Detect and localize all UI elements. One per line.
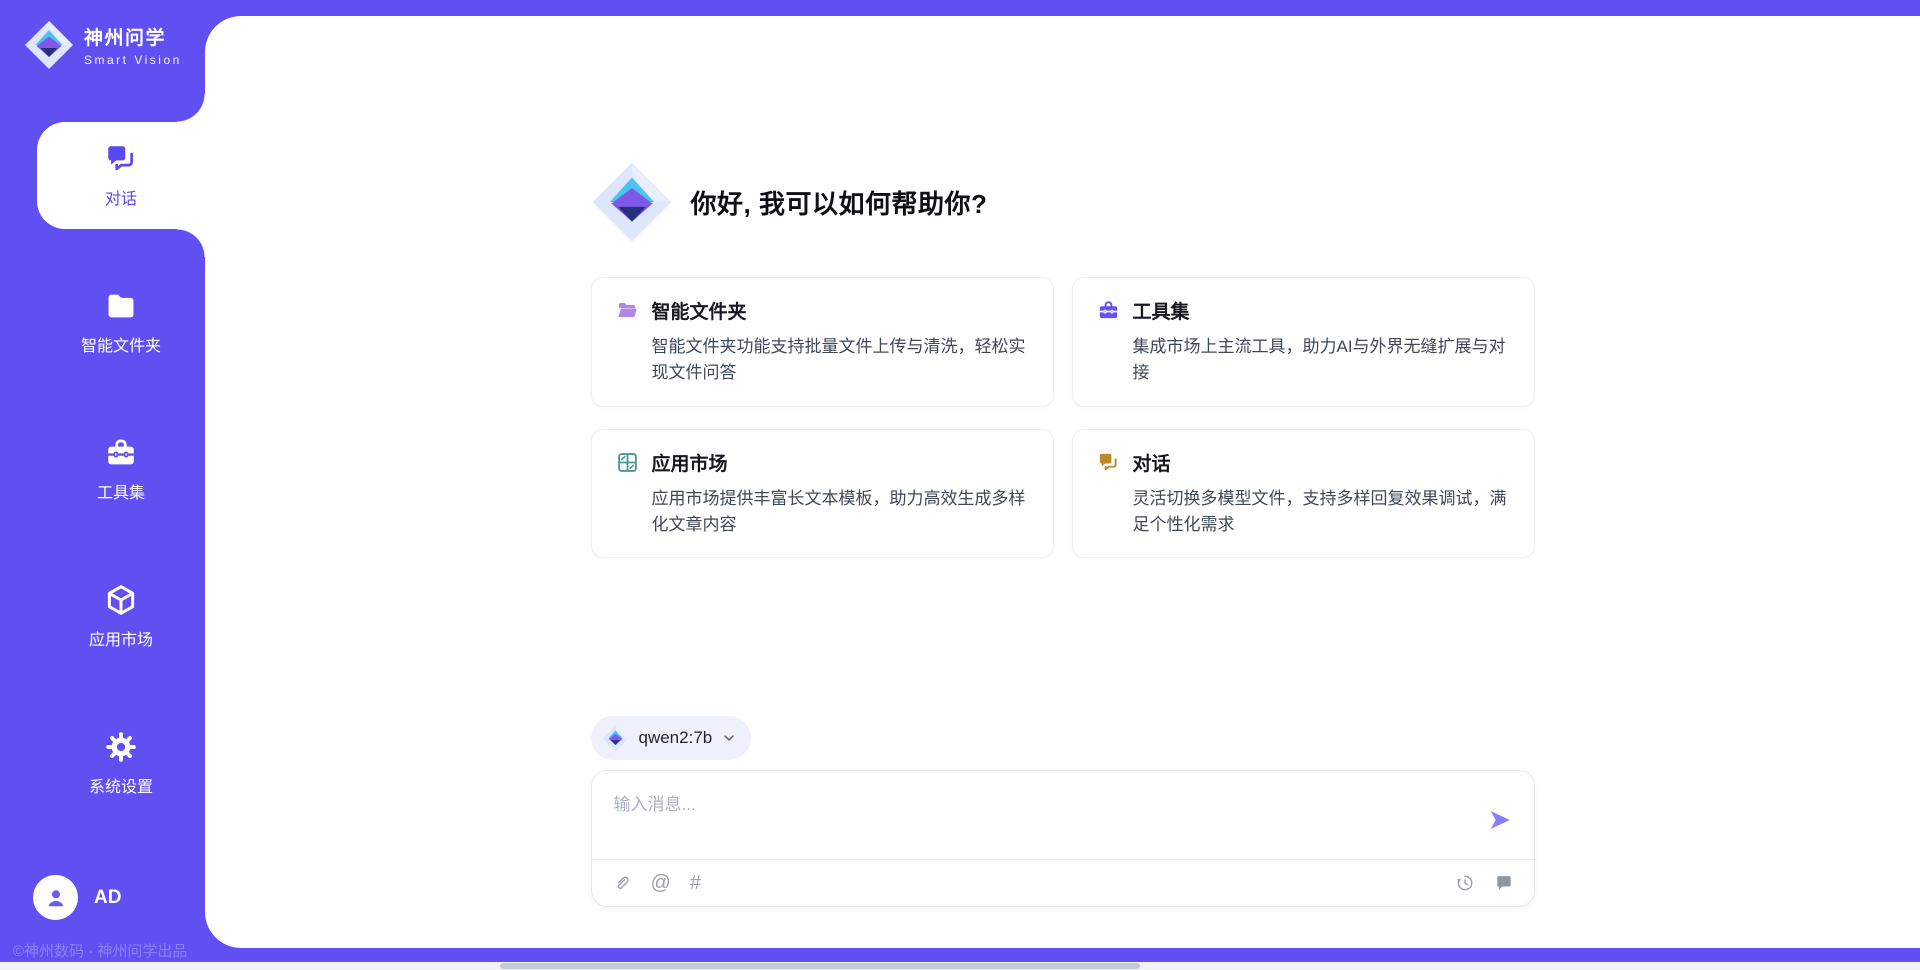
- greeting: 你好, 我可以如何帮助你?: [591, 161, 1535, 243]
- sidebar-item-label: 应用市场: [89, 626, 153, 650]
- sidebar-item-chat[interactable]: 对话: [0, 102, 205, 249]
- card-description: 集成市场上主流工具，助力AI与外界无缝扩展与对接: [1133, 334, 1510, 387]
- sidebar-footer: ©神州数码 · 神州问学出品: [13, 940, 187, 961]
- brand-diamond-icon: [602, 725, 629, 752]
- sidebar-item-label: 系统设置: [89, 773, 153, 797]
- sidebar-item-settings[interactable]: 系统设置: [0, 690, 205, 837]
- card-chat[interactable]: 对话 灵活切换多模型文件，支持多样回复效果调试，满足个性化需求: [1072, 429, 1535, 559]
- composer-tools-left: @ #: [612, 873, 701, 893]
- brand-subtitle: Smart Vision: [84, 53, 182, 67]
- history-icon: [1455, 873, 1475, 893]
- greeting-logo-icon: [591, 161, 673, 243]
- gear-icon: [104, 730, 138, 764]
- sidebar-item-smart-folder[interactable]: 智能文件夹: [0, 249, 205, 396]
- main-panel: 你好, 我可以如何帮助你? 智能文件夹 智能文件夹功能支持批量文件上传与清洗，轻…: [205, 16, 1920, 948]
- sidebar-item-app-market[interactable]: 应用市场: [0, 543, 205, 690]
- card-title: 应用市场: [652, 449, 728, 476]
- sidebar-item-label: 对话: [105, 185, 137, 209]
- card-title: 对话: [1133, 449, 1171, 476]
- card-toolset[interactable]: 工具集 集成市场上主流工具，助力AI与外界无缝扩展与对接: [1072, 277, 1535, 407]
- card-app-market[interactable]: 应用市场 应用市场提供丰富长文本模板，助力高效生成多样化文章内容: [591, 429, 1054, 559]
- briefcase-icon: [1097, 299, 1120, 322]
- brand-logo-icon: [24, 20, 74, 70]
- cube-icon: [104, 583, 138, 617]
- composer: @ #: [591, 770, 1535, 907]
- feedback-button[interactable]: [1494, 873, 1514, 893]
- history-button[interactable]: [1455, 873, 1475, 893]
- feature-cards: 智能文件夹 智能文件夹功能支持批量文件上传与清洗，轻松实现文件问答 工具: [591, 277, 1535, 558]
- person-icon: [43, 885, 69, 911]
- card-description: 灵活切换多模型文件，支持多样回复效果调试，满足个性化需求: [1133, 486, 1510, 539]
- card-title: 智能文件夹: [652, 297, 747, 324]
- avatar: [33, 875, 78, 920]
- chat-bubbles-icon: [104, 142, 138, 176]
- card-title: 工具集: [1133, 297, 1190, 324]
- message-input[interactable]: [592, 771, 1472, 857]
- greeting-text: 你好, 我可以如何帮助你?: [691, 184, 988, 221]
- sidebar-item-toolset[interactable]: 工具集: [0, 396, 205, 543]
- sidebar-item-label: 智能文件夹: [81, 332, 161, 356]
- card-smart-folder[interactable]: 智能文件夹 智能文件夹功能支持批量文件上传与清洗，轻松实现文件问答: [591, 277, 1054, 407]
- chat-bubbles-icon: [1097, 451, 1120, 474]
- model-selector[interactable]: qwen2:7b: [591, 716, 752, 760]
- composer-tools-right: [1455, 873, 1514, 893]
- model-name: qwen2:7b: [639, 728, 713, 748]
- sidebar-nav: 对话 智能文件夹: [0, 102, 205, 837]
- brand-text: 神州问学 Smart Vision: [84, 23, 182, 67]
- hash-icon[interactable]: #: [690, 873, 701, 893]
- sidebar: 神州问学 Smart Vision 对话: [0, 0, 205, 970]
- send-icon: [1487, 807, 1513, 833]
- folder-icon: [104, 289, 138, 323]
- grid-table-icon: [616, 451, 639, 474]
- chevron-down-icon: [722, 731, 736, 745]
- card-description: 智能文件夹功能支持批量文件上传与清洗，轻松实现文件问答: [652, 334, 1029, 387]
- scrollbar-thumb[interactable]: [500, 963, 1140, 969]
- card-description: 应用市场提供丰富长文本模板，助力高效生成多样化文章内容: [652, 486, 1029, 539]
- send-button[interactable]: [1485, 806, 1515, 836]
- user-profile[interactable]: AD: [33, 875, 121, 920]
- sidebar-item-label: 工具集: [97, 479, 145, 503]
- brand-name: 神州问学: [84, 23, 182, 50]
- briefcase-icon: [104, 436, 138, 470]
- composer-toolbar: @ #: [592, 860, 1534, 906]
- brand: 神州问学 Smart Vision: [0, 0, 205, 70]
- chat-square-icon: [1494, 873, 1514, 893]
- folder-open-icon: [616, 299, 639, 322]
- user-initials: AD: [94, 887, 121, 909]
- paperclip-icon: [612, 873, 632, 893]
- horizontal-scrollbar[interactable]: [0, 962, 1920, 970]
- at-icon[interactable]: @: [651, 873, 671, 893]
- attach-button[interactable]: [612, 873, 632, 893]
